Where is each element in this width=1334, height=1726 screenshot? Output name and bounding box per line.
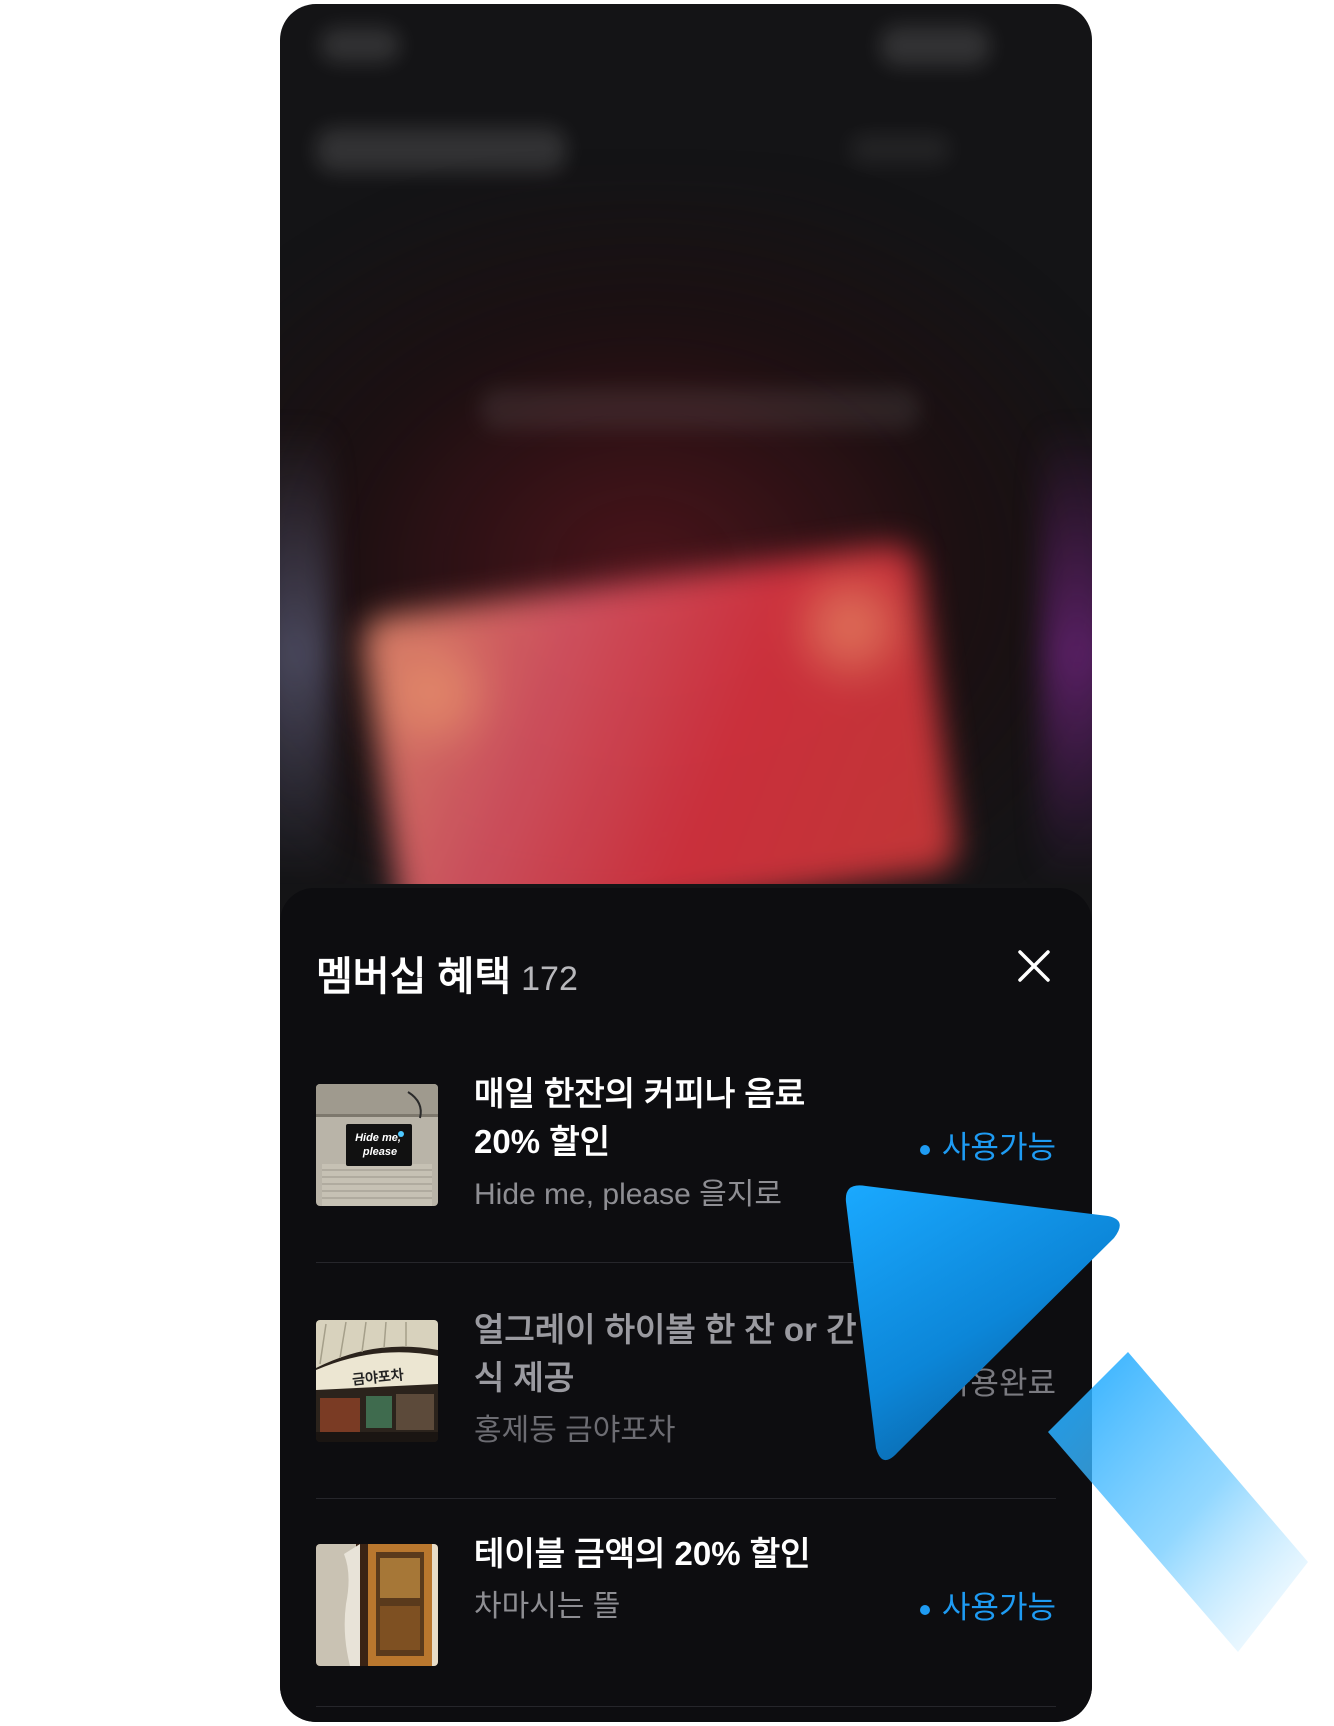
blurred-card-label [480, 388, 920, 430]
benefit-text: 얼그레이 하이볼 한 잔 or 간 식 제공 홍제동 금야포차 [474, 1306, 894, 1454]
divider [316, 1706, 1056, 1707]
close-icon [1018, 950, 1050, 982]
card-highlight [799, 575, 902, 678]
benefit-title-line: 매일 한잔의 커피나 음료 [474, 1075, 806, 1112]
benefit-item[interactable]: 금야포차 얼그레이 하이볼 한 잔 or 간 식 제공 홍제동 금야포차 사용완… [316, 1311, 1056, 1447]
benefit-place: 홍제동 금야포차 [474, 1414, 676, 1447]
status-badge: 사용가능 [919, 1582, 1056, 1627]
status-label: 사용가능 [941, 1590, 1056, 1625]
thumb-sign-text: please [362, 1146, 397, 1158]
benefit-count: 172 [521, 960, 578, 998]
blurred-status-left [320, 28, 400, 62]
benefit-item[interactable]: 테이블 금액의 20% 할인 차마시는 뜰 사용가능 [316, 1535, 1056, 1666]
thumb-sign-text: Hide me, [355, 1132, 401, 1144]
status-label: 사용완료 [941, 1366, 1056, 1401]
blurred-background [280, 4, 1092, 884]
benefit-text: 매일 한잔의 커피나 음료 20% 할인 Hide me, please 을지로 [474, 1070, 894, 1218]
sheet-title: 멤버십 혜택 [316, 955, 512, 999]
blurred-header-title [316, 128, 566, 172]
benefit-thumbnail: Hide me, please [316, 1084, 438, 1206]
divider [316, 1498, 1056, 1499]
sheet-header: 멤버십 혜택 172 [316, 944, 578, 1002]
blurred-header-action [850, 134, 950, 164]
benefit-thumbnail: 금야포차 [316, 1320, 438, 1442]
divider [316, 1262, 1056, 1263]
status-label: 사용가능 [941, 1130, 1056, 1165]
dot-icon [919, 1144, 930, 1155]
background-edge-light-left [280, 424, 330, 884]
status-badge: 사용완료 [914, 1358, 1056, 1403]
check-icon [914, 1378, 934, 1394]
dot-icon [919, 1604, 930, 1615]
benefit-place: Hide me, please 을지로 [474, 1178, 782, 1211]
card-highlight [385, 643, 487, 746]
background-edge-light-right [1042, 424, 1092, 884]
benefit-item[interactable]: Hide me, please 매일 한잔의 커피나 음료 20% 할인 Hid… [316, 1075, 1056, 1211]
benefit-title-line: 식 제공 [474, 1359, 575, 1396]
benefit-title-line: 테이블 금액의 20% 할인 [474, 1535, 811, 1572]
benefit-title-line: 20% 할인 [474, 1123, 610, 1160]
benefit-place: 차마시는 뜰 [474, 1590, 621, 1623]
close-button[interactable] [1012, 944, 1056, 988]
benefit-text: 테이블 금액의 20% 할인 차마시는 뜰 [474, 1530, 894, 1630]
phone-screen: 멤버십 혜택 172 Hide me, please 매일 한잔의 커피나 음료… [280, 4, 1092, 1722]
benefits-bottom-sheet: 멤버십 혜택 172 Hide me, please 매일 한잔의 커피나 음료… [280, 888, 1092, 1722]
benefit-title-line: 얼그레이 하이볼 한 잔 or 간 [474, 1311, 857, 1348]
benefit-thumbnail [316, 1544, 438, 1666]
status-badge: 사용가능 [919, 1122, 1056, 1167]
blurred-status-right [880, 26, 990, 66]
